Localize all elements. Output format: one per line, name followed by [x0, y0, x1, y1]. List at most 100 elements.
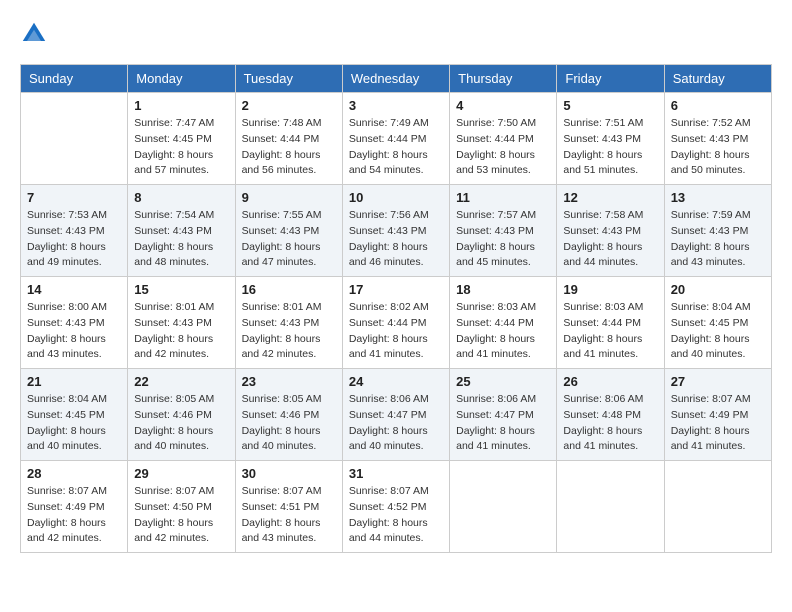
day-number: 22 — [134, 374, 228, 389]
calendar-cell: 26 Sunrise: 8:06 AM Sunset: 4:48 PM Dayli… — [557, 369, 664, 461]
calendar-cell: 11Sunrise: 7:57 AM Sunset: 4:43 PM Dayli… — [450, 185, 557, 277]
day-info: Sunrise: 8:07 AM Sunset: 4:50 PM Dayligh… — [134, 484, 228, 547]
weekday-header: Wednesday — [342, 65, 449, 93]
day-info: Sunrise: 8:06 AM Sunset: 4:48 PM Dayligh… — [563, 392, 657, 455]
day-info: Sunrise: 7:55 AM Sunset: 4:43 PM Dayligh… — [242, 208, 336, 271]
calendar-cell: 30 Sunrise: 8:07 AM Sunset: 4:51 PM Dayli… — [235, 461, 342, 553]
day-info: Sunrise: 7:56 AM Sunset: 4:43 PM Dayligh… — [349, 208, 443, 271]
day-info: Sunrise: 8:07 AM Sunset: 4:49 PM Dayligh… — [27, 484, 121, 547]
calendar-cell: 13Sunrise: 7:59 AM Sunset: 4:43 PM Dayli… — [664, 185, 771, 277]
calendar-cell: 28 Sunrise: 8:07 AM Sunset: 4:49 PM Dayli… — [21, 461, 128, 553]
calendar-week-row: 1 Sunrise: 7:47 AM Sunset: 4:45 PM Daylig… — [21, 93, 772, 185]
calendar-cell: 2 Sunrise: 7:48 AM Sunset: 4:44 PM Daylig… — [235, 93, 342, 185]
calendar-cell: 8 Sunrise: 7:54 AM Sunset: 4:43 PM Daylig… — [128, 185, 235, 277]
day-number: 30 — [242, 466, 336, 481]
calendar-cell: 6 Sunrise: 7:52 AM Sunset: 4:43 PM Daylig… — [664, 93, 771, 185]
calendar-cell — [557, 461, 664, 553]
weekday-header: Friday — [557, 65, 664, 93]
weekday-header: Monday — [128, 65, 235, 93]
day-info: Sunrise: 7:53 AM Sunset: 4:43 PM Dayligh… — [27, 208, 121, 271]
day-number: 15 — [134, 282, 228, 297]
calendar-header-row: SundayMondayTuesdayWednesdayThursdayFrid… — [21, 65, 772, 93]
day-info: Sunrise: 8:05 AM Sunset: 4:46 PM Dayligh… — [134, 392, 228, 455]
calendar-cell: 22 Sunrise: 8:05 AM Sunset: 4:46 PM Dayli… — [128, 369, 235, 461]
calendar-cell: 9Sunrise: 7:55 AM Sunset: 4:43 PM Daylig… — [235, 185, 342, 277]
calendar-cell: 21 Sunrise: 8:04 AM Sunset: 4:45 PM Dayli… — [21, 369, 128, 461]
day-info: Sunrise: 7:58 AM Sunset: 4:43 PM Dayligh… — [563, 208, 657, 271]
day-info: Sunrise: 8:06 AM Sunset: 4:47 PM Dayligh… — [349, 392, 443, 455]
day-info: Sunrise: 8:02 AM Sunset: 4:44 PM Dayligh… — [349, 300, 443, 363]
calendar-cell: 24 Sunrise: 8:06 AM Sunset: 4:47 PM Dayli… — [342, 369, 449, 461]
day-info: Sunrise: 8:03 AM Sunset: 4:44 PM Dayligh… — [456, 300, 550, 363]
calendar-table: SundayMondayTuesdayWednesdayThursdayFrid… — [20, 64, 772, 553]
calendar-cell: 20 Sunrise: 8:04 AM Sunset: 4:45 PM Dayli… — [664, 277, 771, 369]
day-info: Sunrise: 7:59 AM Sunset: 4:43 PM Dayligh… — [671, 208, 765, 271]
day-number: 17 — [349, 282, 443, 297]
day-number: 10 — [349, 190, 443, 205]
day-number: 24 — [349, 374, 443, 389]
day-number: 19 — [563, 282, 657, 297]
calendar-cell — [450, 461, 557, 553]
day-info: Sunrise: 7:47 AM Sunset: 4:45 PM Dayligh… — [134, 116, 228, 179]
day-info: Sunrise: 7:51 AM Sunset: 4:43 PM Dayligh… — [563, 116, 657, 179]
logo-icon — [20, 20, 48, 48]
day-number: 4 — [456, 98, 550, 113]
day-number: 2 — [242, 98, 336, 113]
day-info: Sunrise: 8:04 AM Sunset: 4:45 PM Dayligh… — [671, 300, 765, 363]
day-info: Sunrise: 8:04 AM Sunset: 4:45 PM Dayligh… — [27, 392, 121, 455]
day-number: 6 — [671, 98, 765, 113]
calendar-cell: 14Sunrise: 8:00 AM Sunset: 4:43 PM Dayli… — [21, 277, 128, 369]
weekday-header: Tuesday — [235, 65, 342, 93]
day-info: Sunrise: 7:48 AM Sunset: 4:44 PM Dayligh… — [242, 116, 336, 179]
calendar-cell — [664, 461, 771, 553]
day-number: 28 — [27, 466, 121, 481]
calendar-cell: 31Sunrise: 8:07 AM Sunset: 4:52 PM Dayli… — [342, 461, 449, 553]
logo — [20, 20, 50, 48]
calendar-cell: 10 Sunrise: 7:56 AM Sunset: 4:43 PM Dayli… — [342, 185, 449, 277]
day-number: 3 — [349, 98, 443, 113]
calendar-cell: 7 Sunrise: 7:53 AM Sunset: 4:43 PM Daylig… — [21, 185, 128, 277]
calendar-cell: 27Sunrise: 8:07 AM Sunset: 4:49 PM Dayli… — [664, 369, 771, 461]
day-info: Sunrise: 8:01 AM Sunset: 4:43 PM Dayligh… — [242, 300, 336, 363]
day-number: 31 — [349, 466, 443, 481]
calendar-cell: 16Sunrise: 8:01 AM Sunset: 4:43 PM Dayli… — [235, 277, 342, 369]
calendar-cell: 29 Sunrise: 8:07 AM Sunset: 4:50 PM Dayli… — [128, 461, 235, 553]
day-info: Sunrise: 7:54 AM Sunset: 4:43 PM Dayligh… — [134, 208, 228, 271]
calendar-cell: 19 Sunrise: 8:03 AM Sunset: 4:44 PM Dayli… — [557, 277, 664, 369]
weekday-header: Sunday — [21, 65, 128, 93]
calendar-cell: 12 Sunrise: 7:58 AM Sunset: 4:43 PM Dayli… — [557, 185, 664, 277]
day-info: Sunrise: 8:05 AM Sunset: 4:46 PM Dayligh… — [242, 392, 336, 455]
calendar-cell: 4 Sunrise: 7:50 AM Sunset: 4:44 PM Daylig… — [450, 93, 557, 185]
day-info: Sunrise: 7:50 AM Sunset: 4:44 PM Dayligh… — [456, 116, 550, 179]
day-info: Sunrise: 8:07 AM Sunset: 4:51 PM Dayligh… — [242, 484, 336, 547]
day-number: 1 — [134, 98, 228, 113]
calendar-cell: 3 Sunrise: 7:49 AM Sunset: 4:44 PM Daylig… — [342, 93, 449, 185]
day-number: 11 — [456, 190, 550, 205]
day-number: 25 — [456, 374, 550, 389]
calendar-week-row: 21 Sunrise: 8:04 AM Sunset: 4:45 PM Dayli… — [21, 369, 772, 461]
day-number: 21 — [27, 374, 121, 389]
day-info: Sunrise: 7:52 AM Sunset: 4:43 PM Dayligh… — [671, 116, 765, 179]
day-info: Sunrise: 8:03 AM Sunset: 4:44 PM Dayligh… — [563, 300, 657, 363]
day-number: 29 — [134, 466, 228, 481]
day-number: 8 — [134, 190, 228, 205]
day-number: 18 — [456, 282, 550, 297]
day-info: Sunrise: 8:00 AM Sunset: 4:43 PM Dayligh… — [27, 300, 121, 363]
day-number: 23 — [242, 374, 336, 389]
calendar-cell: 5 Sunrise: 7:51 AM Sunset: 4:43 PM Daylig… — [557, 93, 664, 185]
day-number: 26 — [563, 374, 657, 389]
weekday-header: Thursday — [450, 65, 557, 93]
day-number: 5 — [563, 98, 657, 113]
day-info: Sunrise: 7:49 AM Sunset: 4:44 PM Dayligh… — [349, 116, 443, 179]
day-number: 7 — [27, 190, 121, 205]
calendar-cell: 1 Sunrise: 7:47 AM Sunset: 4:45 PM Daylig… — [128, 93, 235, 185]
day-number: 12 — [563, 190, 657, 205]
calendar-week-row: 28 Sunrise: 8:07 AM Sunset: 4:49 PM Dayli… — [21, 461, 772, 553]
day-number: 20 — [671, 282, 765, 297]
calendar-cell: 15Sunrise: 8:01 AM Sunset: 4:43 PM Dayli… — [128, 277, 235, 369]
weekday-header: Saturday — [664, 65, 771, 93]
calendar-cell: 23 Sunrise: 8:05 AM Sunset: 4:46 PM Dayli… — [235, 369, 342, 461]
calendar-week-row: 14Sunrise: 8:00 AM Sunset: 4:43 PM Dayli… — [21, 277, 772, 369]
calendar-week-row: 7 Sunrise: 7:53 AM Sunset: 4:43 PM Daylig… — [21, 185, 772, 277]
day-info: Sunrise: 8:06 AM Sunset: 4:47 PM Dayligh… — [456, 392, 550, 455]
